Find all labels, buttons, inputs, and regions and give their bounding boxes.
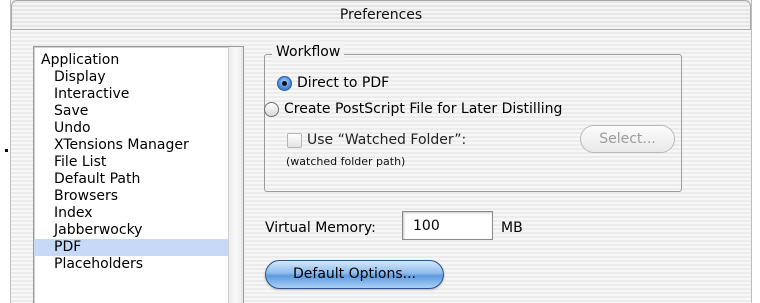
list-item-placeholders[interactable]: Placeholders (34, 256, 228, 273)
radio-create-postscript[interactable]: Create PostScript File for Later Distill… (264, 100, 562, 118)
list-item-index[interactable]: Index (34, 205, 228, 222)
edge-mark (5, 149, 8, 152)
watched-folder-checkbox-row[interactable]: Use “Watched Folder”: (287, 131, 466, 149)
list-item-interactive[interactable]: Interactive (34, 86, 228, 103)
list-item-jabberwocky[interactable]: Jabberwocky (34, 222, 228, 239)
radio-unselected-icon[interactable] (264, 101, 279, 117)
radio-selected-icon[interactable] (277, 75, 292, 91)
virtual-memory-unit: MB (501, 220, 523, 236)
list-item-xtensions-manager[interactable]: XTensions Manager (34, 137, 228, 154)
virtual-memory-input[interactable] (402, 211, 493, 240)
virtual-memory-label: Virtual Memory: (265, 220, 376, 236)
window-title: Preferences (11, 0, 751, 30)
radio-direct-to-pdf[interactable]: Direct to PDF (277, 74, 389, 92)
list-item-save[interactable]: Save (34, 103, 228, 120)
radio-create-postscript-label: Create PostScript File for Later Distill… (284, 101, 563, 117)
list-item-file-list[interactable]: File List (34, 154, 228, 171)
watched-folder-path: (watched folder path) (286, 155, 406, 168)
list-item-display[interactable]: Display (34, 69, 228, 86)
list-item-default-path[interactable]: Default Path (34, 171, 228, 188)
list-item-application[interactable]: Application (34, 52, 228, 69)
list-scrollbar[interactable] (228, 47, 243, 303)
watched-folder-label: Use “Watched Folder”: (307, 132, 467, 148)
workflow-group-label: Workflow (272, 43, 345, 61)
list-item-undo[interactable]: Undo (34, 120, 228, 137)
list-item-browsers[interactable]: Browsers (34, 188, 228, 205)
radio-direct-to-pdf-label: Direct to PDF (297, 75, 390, 91)
preferences-category-list[interactable]: Application Display Interactive Save Und… (33, 46, 244, 303)
list-item-pdf[interactable]: PDF (34, 239, 228, 256)
default-options-button[interactable]: Default Options... (265, 260, 444, 289)
checkbox-icon[interactable] (287, 132, 302, 148)
select-folder-button[interactable]: Select... (580, 125, 675, 153)
